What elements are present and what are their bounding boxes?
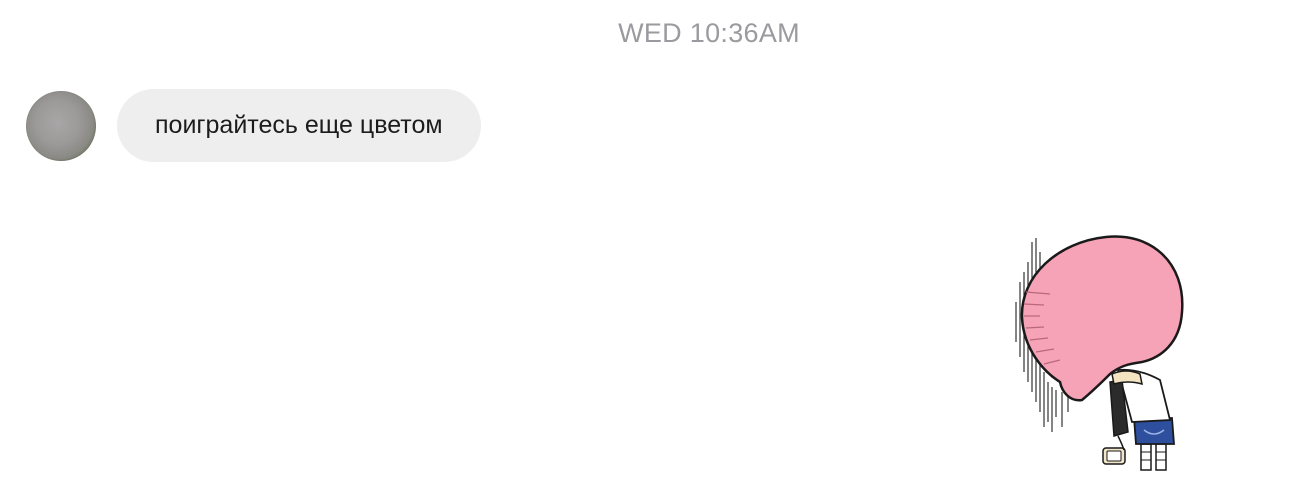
sticker-message[interactable] <box>1010 232 1190 482</box>
sender-avatar[interactable] <box>26 90 96 161</box>
pink-hair-character-sticker-icon <box>1015 235 1184 471</box>
incoming-message-row: поиграйтесь еще цветом <box>26 89 481 162</box>
message-text: поиграйтесь еще цветом <box>155 111 443 139</box>
message-bubble[interactable]: поиграйтесь еще цветом <box>117 89 481 162</box>
message-timestamp: WED 10:36AM <box>618 18 800 48</box>
